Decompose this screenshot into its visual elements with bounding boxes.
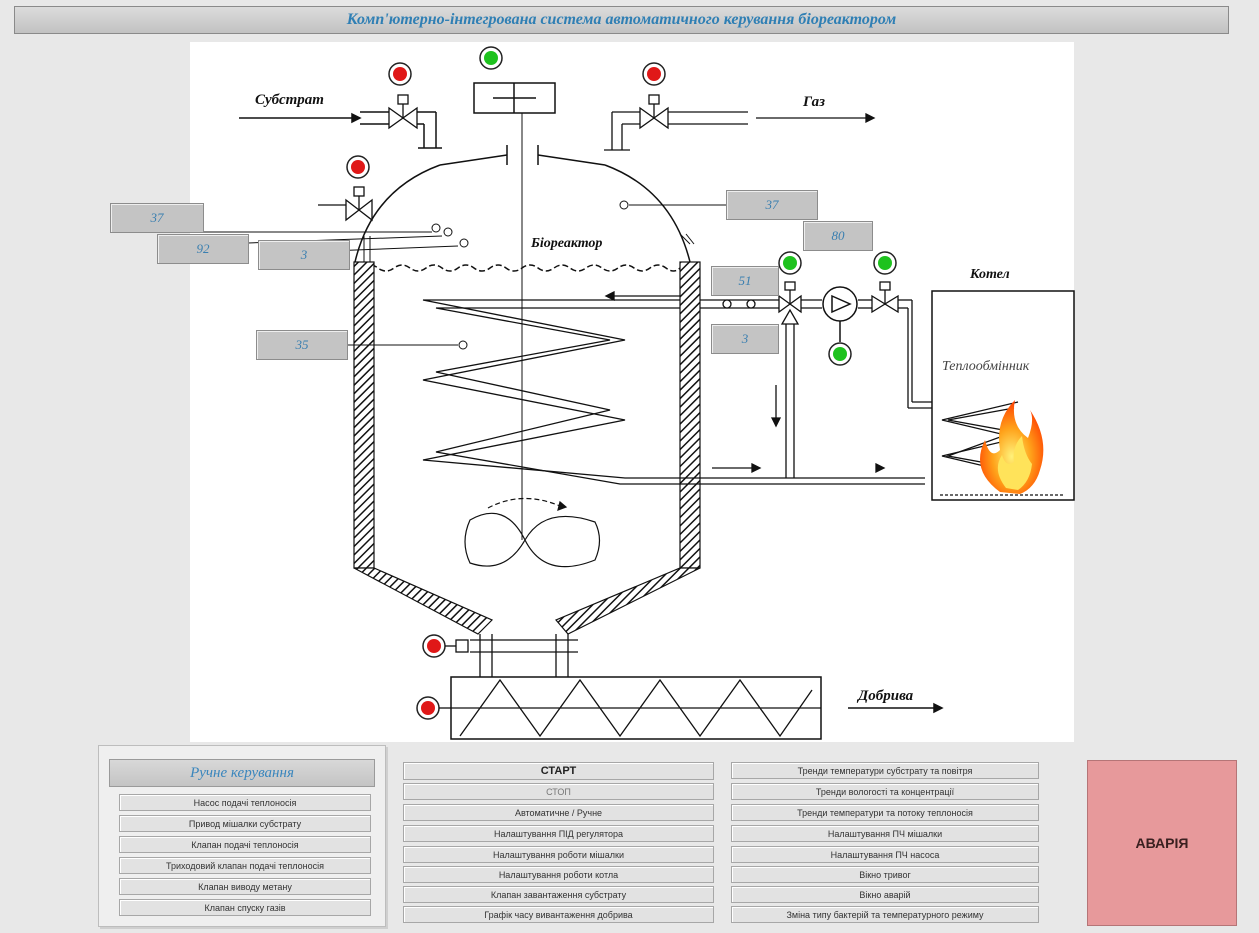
alarms-window-button[interactable]: Вікно тривог	[731, 866, 1039, 883]
manual-agitator-button[interactable]: Привод мішалки субстрату	[119, 815, 371, 832]
manual-heat-valve-button[interactable]: Клапан подачі теплоносія	[119, 836, 371, 853]
process-scheme: Субстрат Газ Біореактор Котел Теплообмін…	[190, 42, 1075, 742]
agitator-settings-button[interactable]: Налаштування роботи мішалки	[403, 846, 714, 863]
manual-gas-release-button[interactable]: Клапан спуску газів	[119, 899, 371, 916]
gas-label: Газ	[802, 94, 825, 110]
gas-temperature-value: 37	[726, 190, 818, 220]
humidity-value: 92	[157, 234, 249, 264]
substrate-valve-indicator	[388, 62, 412, 86]
gas-valve-indicator	[642, 62, 666, 86]
reactor-right-wall	[679, 261, 701, 569]
agitator-drive-indicator	[479, 46, 503, 70]
emergency-button[interactable]: АВАРІЯ	[1087, 760, 1237, 926]
boiler-label: Котел	[969, 267, 1010, 282]
manual-control-panel: Ручне керування Насос подачі теплоносія …	[98, 745, 386, 927]
trend-humidity-concentration-button[interactable]: Тренди вологості та концентрації	[731, 783, 1039, 800]
fertilizer-label: Добрива	[856, 688, 914, 704]
fertilizer-schedule-button[interactable]: Графік часу вивантаження добрива	[403, 906, 714, 923]
pump-pressure-value: 80	[803, 221, 873, 251]
manual-methane-valve-button[interactable]: Клапан виводу метану	[119, 878, 371, 895]
level-value: 3	[258, 240, 350, 270]
substrate-label: Субстрат	[255, 92, 324, 108]
auto-manual-button[interactable]: Автоматичне / Ручне	[403, 804, 714, 821]
vent-valve-indicator	[346, 155, 370, 179]
stop-button[interactable]: СТОП	[403, 783, 714, 800]
boiler-settings-button[interactable]: Налаштування роботи котла	[403, 866, 714, 883]
three-way-valve-indicator	[778, 251, 802, 275]
heat-exchanger-label: Теплообмінник	[942, 359, 1030, 374]
reactor-left-wall	[353, 261, 375, 569]
bacteria-mode-button[interactable]: Зміна типу бактерій та температурного ре…	[731, 906, 1039, 923]
trend-heat-carrier-button[interactable]: Тренди температури та потоку теплоносія	[731, 804, 1039, 821]
manual-heat-pump-button[interactable]: Насос подачі теплоносія	[119, 794, 371, 811]
bioreactor-label: Біореактор	[530, 236, 602, 251]
heat-carrier-valve-indicator	[873, 251, 897, 275]
agitator-drive[interactable]	[473, 82, 556, 114]
trend-substrate-air-temp-button[interactable]: Тренди температури субстрату та повітря	[731, 762, 1039, 779]
start-button[interactable]: СТАРТ	[403, 762, 714, 780]
pid-settings-button[interactable]: Налаштування ПІД регулятора	[403, 825, 714, 842]
substrate-load-valve-button[interactable]: Клапан завантаження субстрату	[403, 886, 714, 903]
agitator-vfd-settings-button[interactable]: Налаштування ПЧ мішалки	[731, 825, 1039, 842]
heat-carrier-flow-value: 3	[711, 324, 779, 354]
manual-three-way-valve-button[interactable]: Триходовий клапан подачі теплоносія	[119, 857, 371, 874]
heat-pump-indicator	[828, 342, 852, 366]
substrate-temperature-value: 37	[110, 203, 204, 233]
manual-control-title: Ручне керування	[109, 759, 375, 787]
inlet-temperature-value: 51	[711, 266, 779, 296]
emergency-window-button[interactable]: Вікно аварій	[731, 886, 1039, 903]
pump-vfd-settings-button[interactable]: Налаштування ПЧ насоса	[731, 846, 1039, 863]
concentration-value: 35	[256, 330, 348, 360]
